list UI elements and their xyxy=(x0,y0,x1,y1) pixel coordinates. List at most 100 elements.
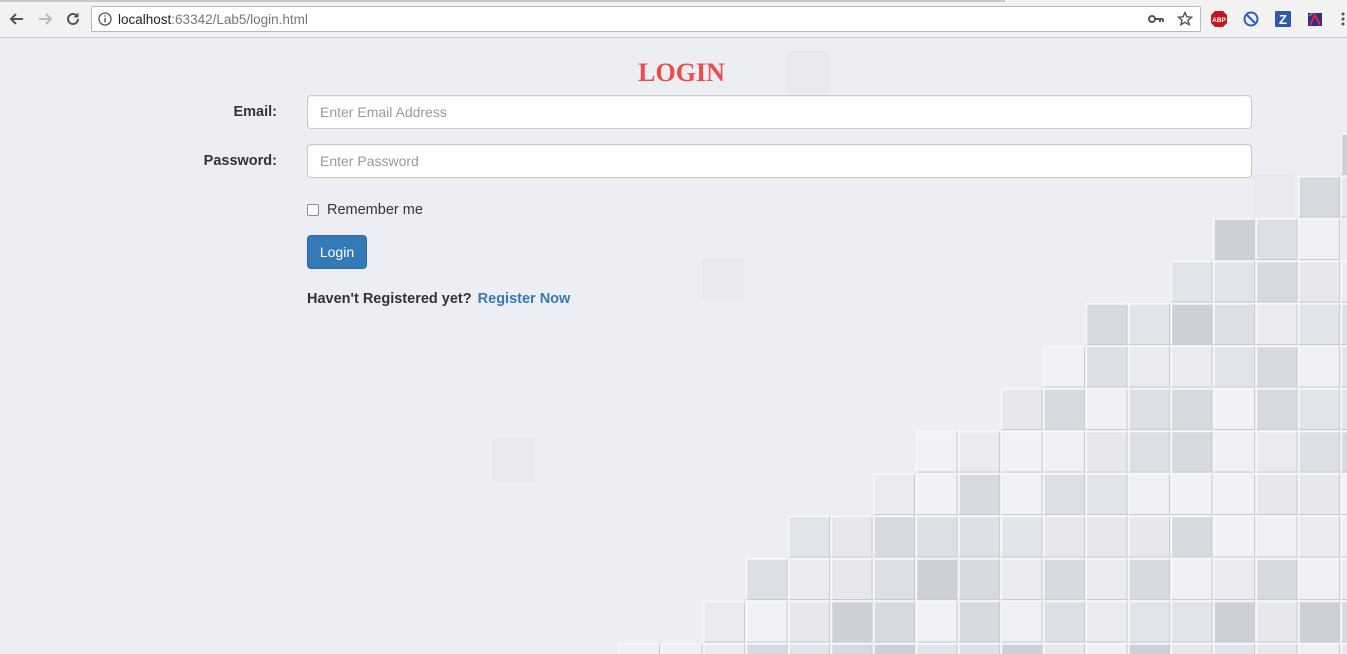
tab-strip-edge xyxy=(0,0,1005,2)
background-cube xyxy=(958,430,1000,473)
background-cube xyxy=(1213,303,1255,345)
background-cube xyxy=(958,643,1000,654)
login-button[interactable]: Login xyxy=(307,235,367,269)
background-cube xyxy=(1000,515,1043,558)
url-text[interactable]: localhost:63342/Lab5/login.html xyxy=(118,12,308,27)
background-cube xyxy=(1043,345,1085,388)
bookmark-star-icon[interactable] xyxy=(1177,11,1193,27)
background-cube xyxy=(1340,133,1347,175)
background-cube xyxy=(915,643,958,654)
background-cube xyxy=(1128,303,1170,345)
password-label: Password: xyxy=(203,153,277,169)
email-label: Email: xyxy=(233,104,277,120)
background-cube xyxy=(1213,260,1255,303)
background-cube xyxy=(1255,430,1298,473)
background-cube xyxy=(1000,430,1043,473)
background-cube xyxy=(1000,388,1043,430)
background-cube xyxy=(1000,558,1043,600)
zotero-icon[interactable]: Z xyxy=(1274,10,1292,28)
background-cube xyxy=(1340,388,1347,430)
block-icon[interactable] xyxy=(1242,10,1260,28)
background-cube xyxy=(1085,430,1128,473)
background-cube xyxy=(1298,345,1340,388)
background-cube xyxy=(1170,600,1213,643)
address-bar[interactable]: localhost:63342/Lab5/login.html xyxy=(91,6,1201,32)
background-cube xyxy=(1298,600,1340,643)
background-cube xyxy=(1213,473,1255,515)
background-cube xyxy=(958,515,1000,558)
background-cube xyxy=(1213,388,1255,430)
background-cube xyxy=(958,473,1000,515)
background-cube xyxy=(492,439,534,481)
background-cube xyxy=(703,600,745,643)
background-cube xyxy=(1340,175,1347,218)
background-cube xyxy=(1000,473,1043,515)
background-cube xyxy=(1085,515,1128,558)
background-cube xyxy=(1255,600,1298,643)
background-cube xyxy=(1128,388,1170,430)
background-cube xyxy=(1255,473,1298,515)
background-cube xyxy=(915,515,958,558)
background-cube xyxy=(1255,388,1298,430)
browser-menu-icon[interactable] xyxy=(1340,11,1346,27)
background-cube xyxy=(1340,345,1347,388)
background-cube xyxy=(1128,473,1170,515)
background-cube xyxy=(1128,558,1170,600)
background-cube xyxy=(1213,218,1255,260)
background-cube xyxy=(830,558,873,600)
background-cube xyxy=(1128,643,1170,654)
background-cube xyxy=(873,600,915,643)
background-cube xyxy=(1298,515,1340,558)
info-icon[interactable] xyxy=(98,12,112,26)
background-cube xyxy=(830,515,873,558)
background-cube xyxy=(1255,345,1298,388)
background-cube xyxy=(1213,558,1255,600)
background-cube xyxy=(1043,388,1085,430)
background-cube xyxy=(1340,430,1347,473)
background-cube xyxy=(1298,218,1340,260)
background-cube xyxy=(1298,175,1340,218)
background-cube xyxy=(788,558,830,600)
email-field[interactable] xyxy=(307,95,1252,129)
forward-icon[interactable] xyxy=(35,9,55,29)
remember-me-label[interactable]: Remember me xyxy=(327,202,423,218)
background-cube xyxy=(830,643,873,654)
extension-icon[interactable] xyxy=(1306,10,1324,28)
background-cube xyxy=(1043,600,1085,643)
background-cube xyxy=(1298,260,1340,303)
background-cube xyxy=(1255,260,1298,303)
background-cube xyxy=(1170,260,1213,303)
background-cube xyxy=(1043,473,1085,515)
background-cube xyxy=(1170,430,1213,473)
password-field[interactable] xyxy=(307,144,1252,178)
remember-me-checkbox[interactable] xyxy=(307,204,319,216)
background-cube xyxy=(1213,515,1255,558)
reload-icon[interactable] xyxy=(63,9,83,29)
background-cube xyxy=(1085,303,1128,345)
key-icon[interactable] xyxy=(1148,12,1164,26)
background-cube xyxy=(1298,430,1340,473)
background-cube xyxy=(1043,515,1085,558)
background-cube xyxy=(1340,473,1347,515)
page-body: LOGIN Email: Password: Remember me Login… xyxy=(0,39,1347,654)
background-cube xyxy=(1213,643,1255,654)
background-cube xyxy=(1298,643,1340,654)
background-cube xyxy=(1085,473,1128,515)
browser-toolbar: localhost:63342/Lab5/login.html ABP Z xyxy=(0,0,1347,38)
url-path: :63342/Lab5/login.html xyxy=(171,12,308,27)
background-cube xyxy=(618,643,660,654)
back-icon[interactable] xyxy=(7,9,27,29)
background-cube xyxy=(1043,430,1085,473)
background-cube xyxy=(1085,643,1128,654)
background-cube xyxy=(788,515,830,558)
background-cube xyxy=(1213,430,1255,473)
background-cube xyxy=(1255,515,1298,558)
background-cube xyxy=(873,558,915,600)
background-cube xyxy=(1255,218,1298,260)
adblock-icon[interactable]: ABP xyxy=(1210,10,1228,28)
background-cube xyxy=(1170,473,1213,515)
background-cube xyxy=(703,643,745,654)
background-cube xyxy=(1340,600,1347,643)
register-now-link[interactable]: Register Now xyxy=(478,291,571,307)
remember-me[interactable]: Remember me xyxy=(307,202,423,218)
